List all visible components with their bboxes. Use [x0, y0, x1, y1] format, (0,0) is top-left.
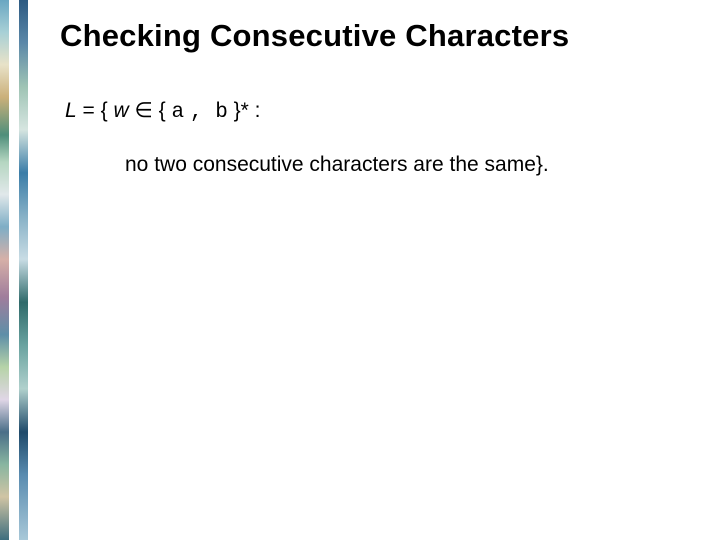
slide: Checking Consecutive Characters L = { w …: [0, 0, 720, 540]
separator-comma: ,: [190, 101, 215, 124]
strip-column-a: [0, 0, 9, 540]
slide-title: Checking Consecutive Characters: [60, 18, 569, 54]
language-condition-line: no two consecutive characters are the sa…: [65, 150, 680, 180]
decorative-side-strip: [0, 0, 28, 540]
language-definition-line: L = { w ∈ { a , b }* :: [65, 96, 680, 128]
element-of-open: ∈ {: [135, 99, 166, 122]
var-w: w: [114, 99, 129, 122]
strip-column-b: [19, 0, 28, 540]
equals-open: = {: [83, 99, 108, 122]
symbol-b: b: [215, 101, 228, 124]
strip-column-gap: [9, 0, 18, 540]
symbol-a: a: [172, 101, 185, 124]
var-L: L: [65, 99, 77, 122]
close-star-colon: }* :: [234, 99, 261, 122]
slide-body: L = { w ∈ { a , b }* : no two consecutiv…: [65, 96, 680, 181]
